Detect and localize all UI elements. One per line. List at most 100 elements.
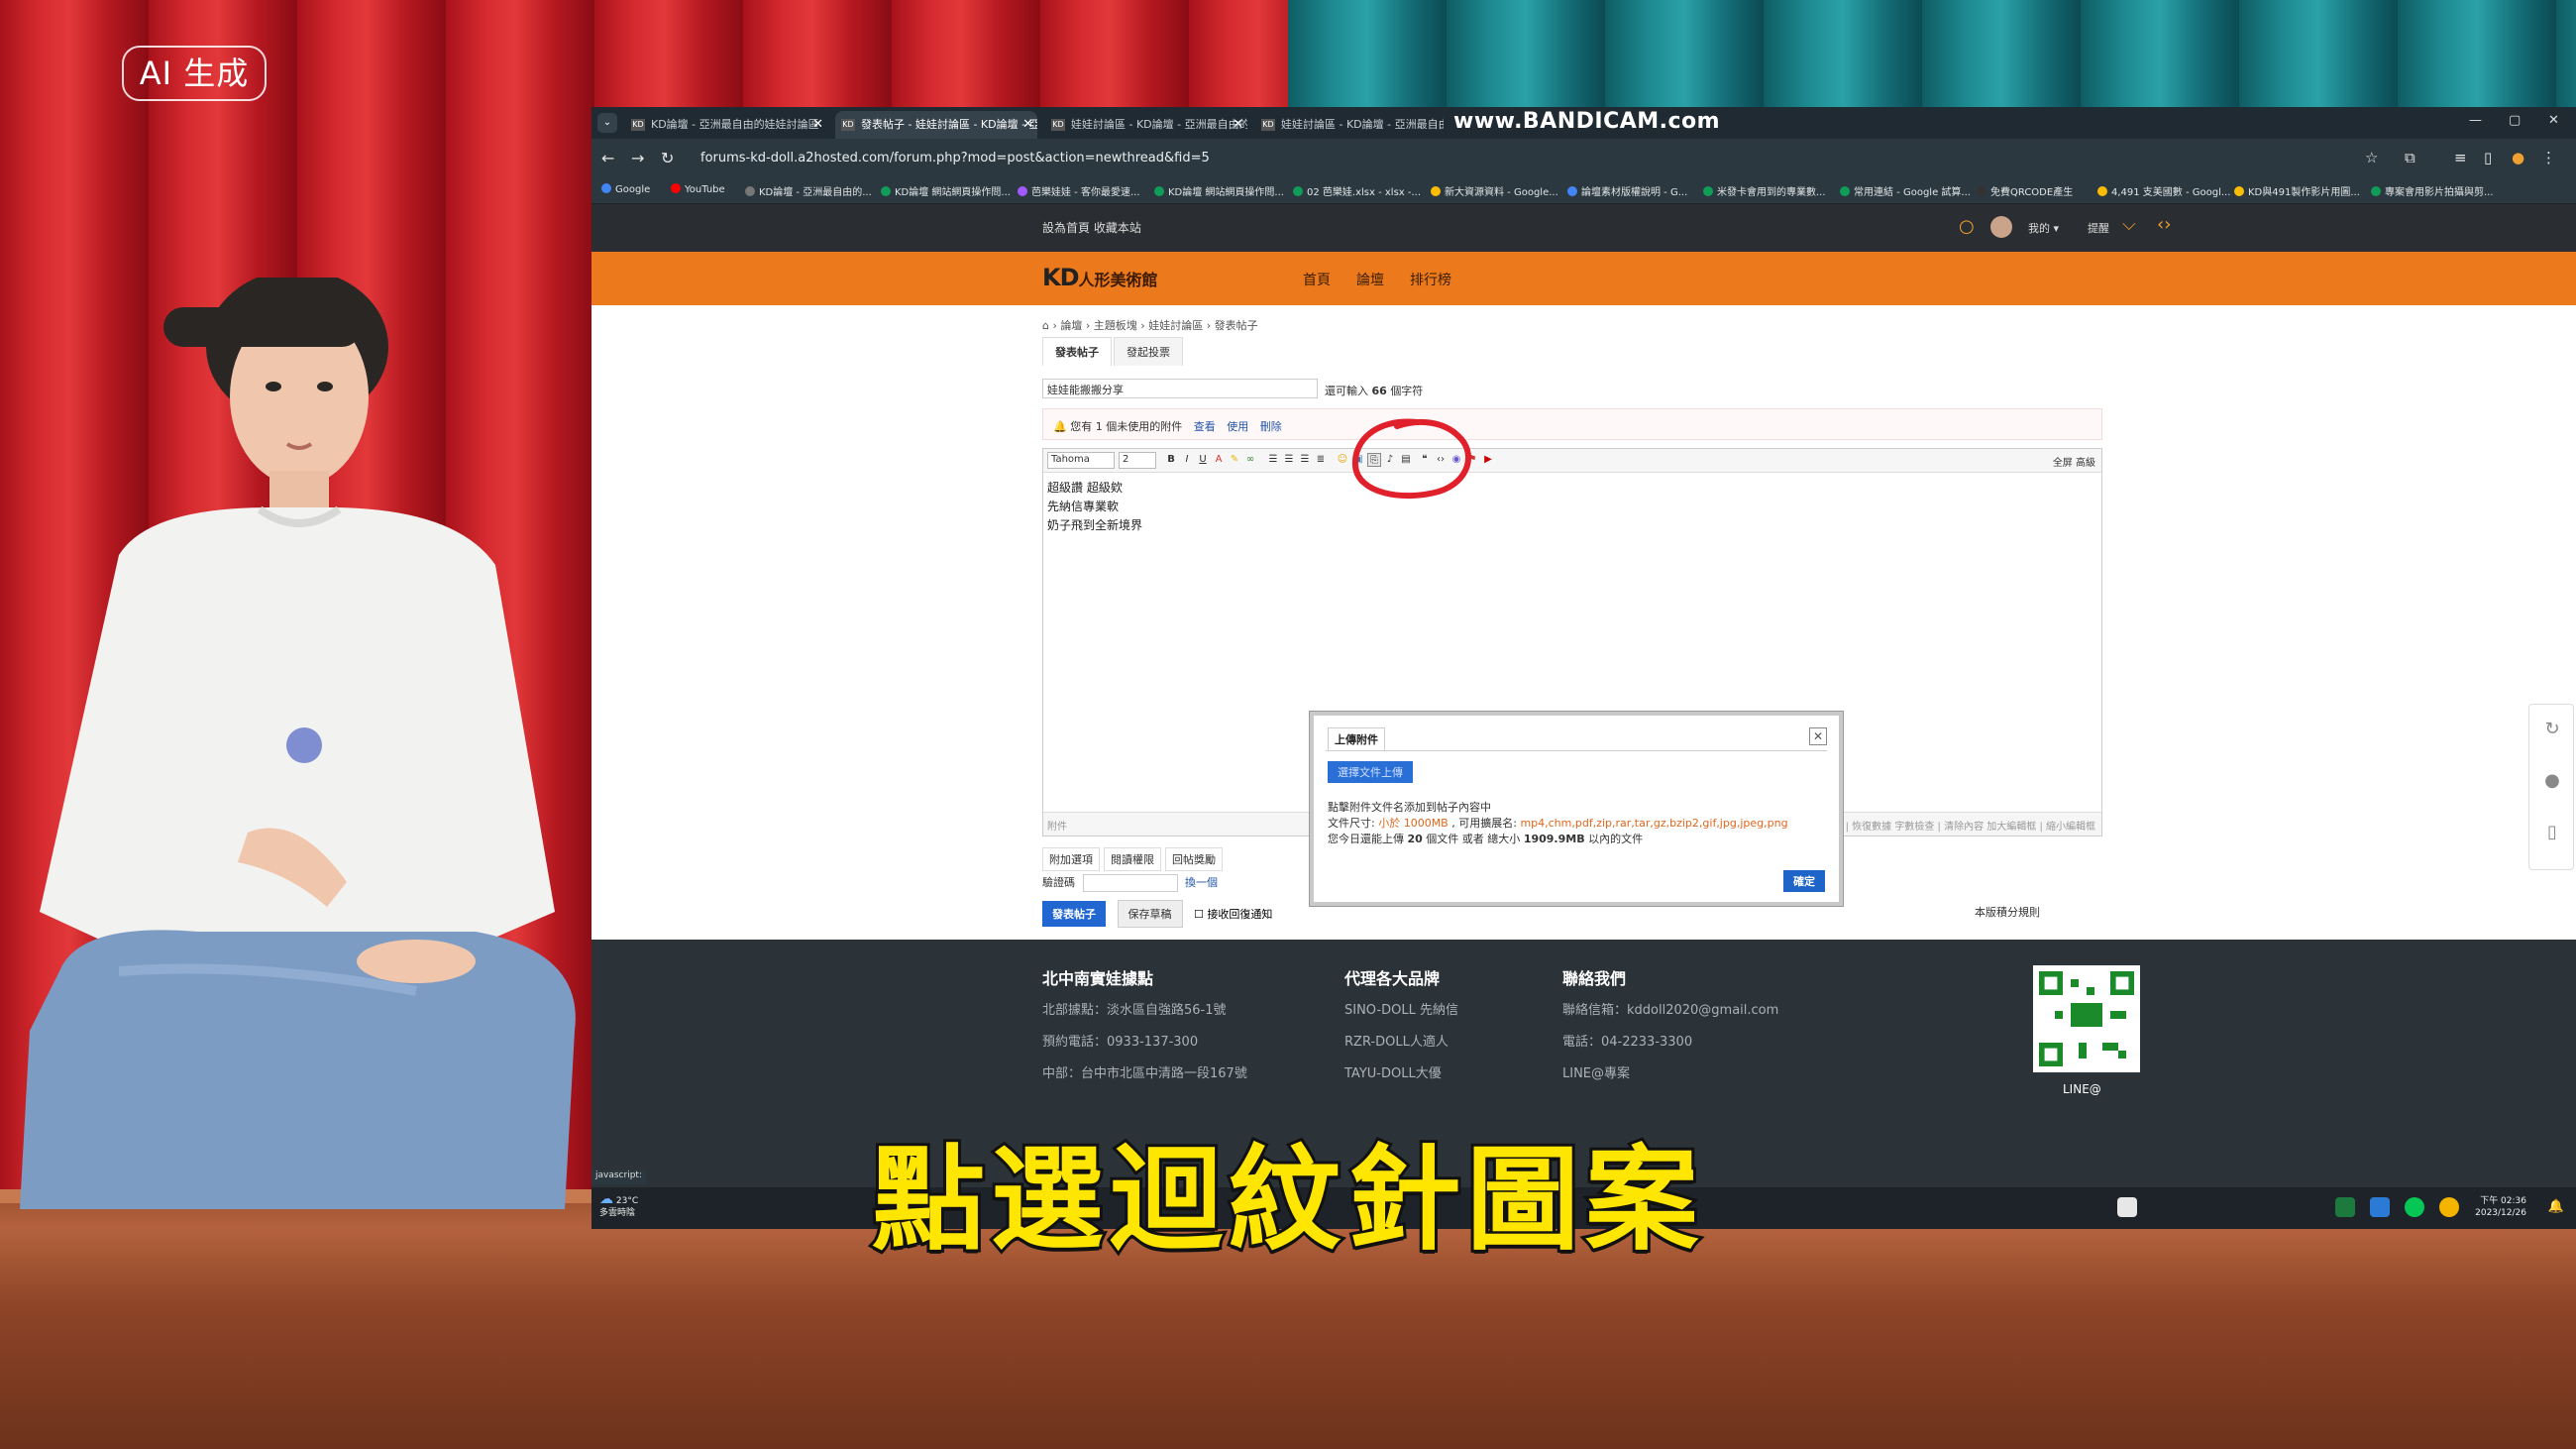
bookmark-item[interactable]: 芭樂娃娃 - 客你最愛速...: [1018, 183, 1140, 198]
bookmark-item[interactable]: 常用連結 - Google 試算...: [1840, 183, 1971, 198]
footer-line[interactable]: 聯絡信箱：kddoll2020@gmail.com: [1562, 995, 1778, 1027]
maximize-icon[interactable]: ▢: [2509, 113, 2521, 128]
refresh-icon[interactable]: ↻: [2541, 719, 2563, 740]
bookmark-star-icon[interactable]: ☆: [2365, 149, 2378, 167]
tab-2-active[interactable]: KD 發表帖子 - 娃娃討論區 - KD論壇 - 亞洲... ✕: [835, 111, 1037, 139]
breadcrumb-item[interactable]: 主題板塊: [1094, 319, 1137, 332]
breadcrumb-item[interactable]: 娃娃討論區: [1148, 319, 1203, 332]
list-icon[interactable]: ≣: [1314, 453, 1328, 467]
footer-line[interactable]: TAYU-DOLL大優: [1344, 1059, 1458, 1090]
line-chat-icon[interactable]: ●: [2541, 770, 2563, 792]
link-icon[interactable]: ∞: [1243, 453, 1257, 467]
nav-home[interactable]: 首頁: [1303, 270, 1331, 289]
post-thread-button[interactable]: 發表帖子: [1042, 901, 1106, 927]
footer-line[interactable]: SINO-DOLL 先納信: [1344, 995, 1458, 1027]
profile-avatar-icon[interactable]: ●: [2512, 149, 2524, 167]
footer-line[interactable]: LINE@專案: [1562, 1059, 1778, 1090]
notice-link[interactable]: 提醒: [2088, 220, 2109, 236]
chevron-down-icon[interactable]: ⌵: [2122, 214, 2136, 235]
bookmark-item[interactable]: 論壇素材版權說明 - G...: [1567, 183, 1687, 198]
bookmark-item[interactable]: 4,491 支美國數 - Googl...: [2097, 183, 2230, 198]
option-extra[interactable]: 附加選項: [1042, 847, 1100, 871]
close-tab-icon[interactable]: ✕: [812, 111, 823, 139]
mobile-icon[interactable]: ▯: [2541, 822, 2563, 843]
tab-new-thread[interactable]: 發表帖子: [1042, 337, 1112, 366]
close-window-icon[interactable]: ✕: [2548, 113, 2559, 128]
quote-icon[interactable]: ❝: [1418, 453, 1432, 467]
bookmark-item[interactable]: 免費QRCODE產生: [1977, 183, 2073, 198]
bookmark-item[interactable]: 新大資源資料 - Google...: [1431, 183, 1558, 198]
close-tab-icon[interactable]: ✕: [1233, 111, 1243, 139]
reload-icon[interactable]: ↻: [661, 149, 674, 167]
font-color-icon[interactable]: A: [1212, 453, 1226, 467]
editor-mode-controls[interactable]: 全屏 高級: [2053, 454, 2095, 469]
use-link[interactable]: 使用: [1227, 420, 1248, 433]
bookmark-item[interactable]: KD論壇 網站網頁操作問...: [1154, 183, 1284, 198]
nav-forum[interactable]: 論壇: [1356, 270, 1384, 289]
media-icon[interactable]: ≡: [2454, 149, 2467, 167]
bookmark-item[interactable]: KD與491製作影片用圖...: [2234, 183, 2360, 198]
image-icon[interactable]: ▣: [1351, 453, 1365, 467]
reply-notify-checkbox[interactable]: ☐: [1194, 908, 1204, 921]
font-size-select[interactable]: 2: [1119, 452, 1156, 469]
dialog-tab-upload[interactable]: 上傳附件: [1328, 727, 1385, 751]
bold-icon[interactable]: B: [1164, 453, 1178, 467]
flash-icon[interactable]: ⚑: [1465, 453, 1479, 467]
option-read-permission[interactable]: 閱讀權限: [1104, 847, 1161, 871]
music-icon[interactable]: ♪: [1383, 453, 1397, 467]
youtube-embed-icon[interactable]: ▶: [1481, 453, 1495, 467]
align-center-icon[interactable]: ☰: [1282, 453, 1296, 467]
align-right-icon[interactable]: ☰: [1298, 453, 1312, 467]
topbar-links[interactable]: 設為首頁 收藏本站: [1042, 219, 1141, 236]
close-icon[interactable]: ✕: [1809, 727, 1827, 745]
bookmark-item[interactable]: KD論壇 - 亞洲最自由的...: [745, 183, 872, 198]
tab-3[interactable]: KD 娃娃討論區 - KD論壇 - 亞洲最自由的... ✕: [1045, 111, 1247, 139]
confirm-button[interactable]: 確定: [1783, 870, 1825, 892]
save-draft-button[interactable]: 保存草稿: [1117, 900, 1183, 928]
video-icon[interactable]: ▤: [1399, 453, 1413, 467]
font-family-select[interactable]: Tahoma: [1047, 452, 1115, 469]
bookmark-item[interactable]: 02 芭樂娃.xlsx - xlsx -...: [1293, 183, 1421, 198]
side-panel-icon[interactable]: ▯: [2484, 149, 2492, 167]
select-file-button[interactable]: 選擇文件上傳: [1328, 761, 1413, 783]
close-tab-icon[interactable]: ✕: [1022, 111, 1033, 139]
extensions-icon[interactable]: ⧉: [2405, 149, 2415, 167]
align-left-icon[interactable]: ☰: [1266, 453, 1280, 467]
site-logo[interactable]: KD人形美術館: [1042, 264, 1158, 291]
emoji-icon[interactable]: ☺: [1336, 453, 1349, 467]
captcha-input[interactable]: [1082, 874, 1178, 892]
option-reply-reward[interactable]: 回帖獎勵: [1165, 847, 1223, 871]
home-icon[interactable]: ⌂: [1042, 319, 1049, 332]
bookmark-item[interactable]: YouTube: [671, 183, 725, 195]
bookmark-item[interactable]: KD論壇 網站網頁操作問...: [881, 183, 1011, 198]
tab-new-poll[interactable]: 發起投票: [1114, 337, 1183, 366]
delete-link[interactable]: 刪除: [1260, 420, 1282, 433]
view-link[interactable]: 查看: [1194, 420, 1216, 433]
underline-icon[interactable]: U: [1196, 453, 1210, 467]
attachment-label[interactable]: 附件: [1047, 818, 1067, 833]
footer-line[interactable]: RZR-DOLL人適人: [1344, 1027, 1458, 1059]
user-menu[interactable]: 我的 ▾: [2028, 220, 2059, 236]
bookmark-item[interactable]: 米發卡會用到的專業數...: [1703, 183, 1826, 198]
captcha-refresh-link[interactable]: 換一個: [1185, 876, 1218, 889]
back-icon[interactable]: ←: [601, 149, 614, 167]
bookmark-item[interactable]: 專案會用影片拍攝與剪...: [2371, 183, 2494, 198]
forum-rules-link[interactable]: 本版積分規則: [1975, 904, 2040, 920]
thread-title-input[interactable]: 娃娃能搬搬分享: [1042, 379, 1318, 398]
minimize-icon[interactable]: —: [2469, 113, 2482, 128]
code-icon[interactable]: ‹›: [1434, 453, 1448, 467]
code-icon[interactable]: ‹›: [2157, 214, 2171, 235]
breadcrumb-item[interactable]: 論壇: [1060, 319, 1082, 332]
paperclip-attachment-icon[interactable]: ⎘: [1367, 453, 1381, 467]
hide-content-icon[interactable]: ◉: [1449, 453, 1463, 467]
tab-1[interactable]: KD KD論壇 - 亞洲最自由的娃娃討論區 ✕: [625, 111, 827, 139]
nav-ranking[interactable]: 排行榜: [1410, 270, 1451, 289]
search-icon[interactable]: ○: [1959, 216, 1975, 237]
editor-content[interactable]: 超級讚 超級欸 先納信專業軟 奶子飛到全新境界: [1047, 479, 1142, 535]
browser-menu-icon[interactable]: ⋮: [2541, 149, 2556, 167]
forward-icon[interactable]: →: [631, 149, 644, 167]
bookmark-item[interactable]: Google: [601, 183, 650, 195]
italic-icon[interactable]: I: [1180, 453, 1194, 467]
tab-search-button[interactable]: ⌄: [597, 113, 617, 133]
address-bar[interactable]: forums-kd-doll.a2hosted.com/forum.php?mo…: [700, 147, 2187, 170]
